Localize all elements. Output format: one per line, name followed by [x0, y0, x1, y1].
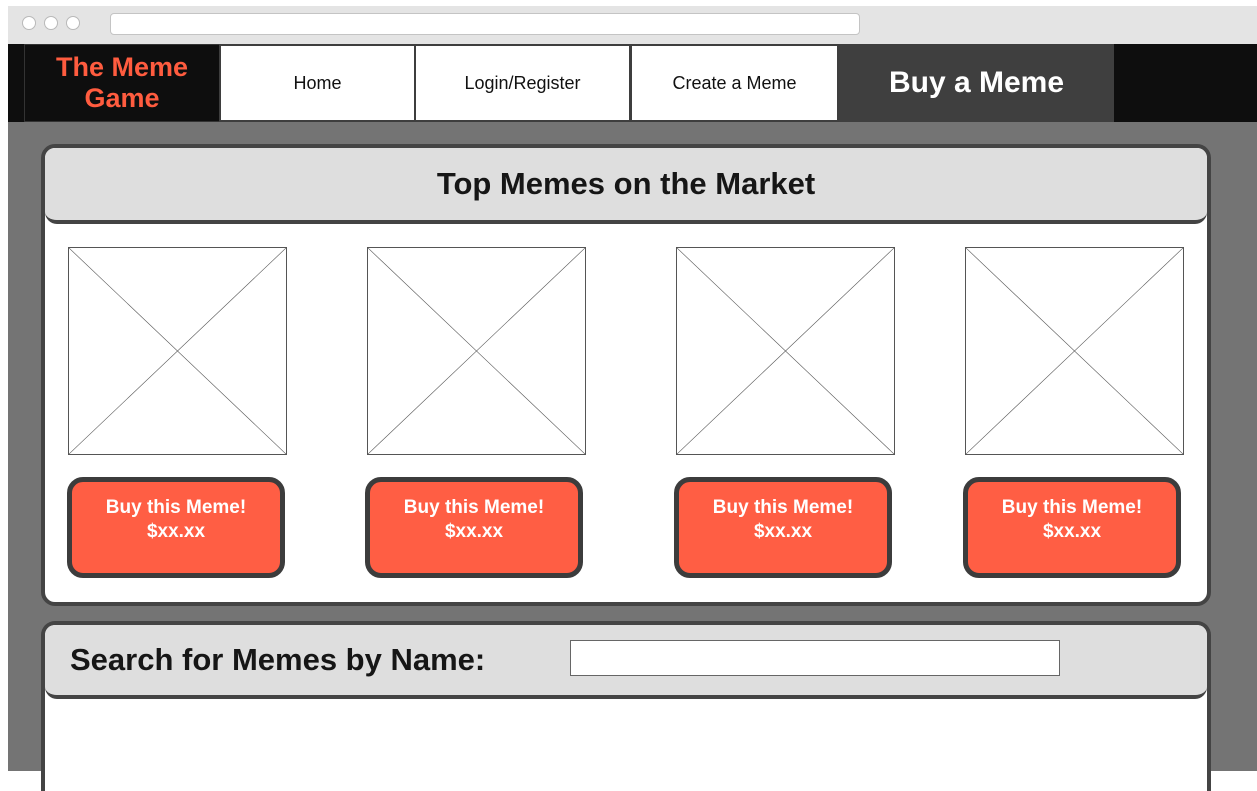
- meme-price: $xx.xx: [1042, 520, 1102, 542]
- image-placeholder-icon: [966, 248, 1183, 454]
- site-logo-text: The Meme Game: [55, 52, 189, 113]
- image-placeholder-icon: [69, 248, 286, 454]
- top-memes-title: Top Memes on the Market: [436, 166, 816, 201]
- buy-meme-button[interactable]: Buy this Meme! $xx.xx: [674, 477, 892, 578]
- top-navigation: The Meme Game Home Login/Register Create…: [8, 44, 1257, 122]
- meme-price: $xx.xx: [753, 520, 813, 542]
- search-label: Search for Memes by Name:: [70, 642, 486, 677]
- meme-image-placeholder: [676, 247, 895, 455]
- site-logo[interactable]: The Meme Game: [24, 44, 220, 122]
- nav-buy-meme[interactable]: Buy a Meme: [839, 44, 1114, 122]
- nav-create-meme[interactable]: Create a Meme: [630, 44, 839, 122]
- buy-meme-button-label: Buy this Meme!: [105, 496, 247, 518]
- buy-meme-button[interactable]: Buy this Meme! $xx.xx: [963, 477, 1181, 578]
- top-memes-header: Top Memes on the Market: [45, 148, 1207, 224]
- meme-image-placeholder: [965, 247, 1184, 455]
- buy-meme-button-label: Buy this Meme!: [403, 496, 545, 518]
- meme-search-input[interactable]: [570, 640, 1060, 676]
- top-memes-panel: Top Memes on the Market Buy this Meme! $…: [41, 144, 1211, 606]
- nav-home[interactable]: Home: [219, 44, 416, 122]
- meme-image-placeholder: [367, 247, 586, 455]
- window-close-dot[interactable]: [22, 16, 36, 30]
- address-bar[interactable]: [110, 13, 860, 35]
- nav-create-meme-label: Create a Meme: [672, 72, 797, 93]
- browser-chrome: [8, 6, 1257, 45]
- window-minimize-dot[interactable]: [44, 16, 58, 30]
- nav-home-label: Home: [293, 72, 342, 93]
- buy-meme-button-label: Buy this Meme!: [712, 496, 854, 518]
- nav-login-register-label: Login/Register: [464, 72, 581, 93]
- app-container: The Meme Game Home Login/Register Create…: [8, 44, 1257, 791]
- search-results-area: [45, 699, 1207, 791]
- meme-price: $xx.xx: [146, 520, 206, 542]
- search-header: Search for Memes by Name:: [45, 625, 1207, 699]
- search-panel: Search for Memes by Name:: [41, 621, 1211, 791]
- buy-meme-button-label: Buy this Meme!: [1001, 496, 1143, 518]
- nav-login-register[interactable]: Login/Register: [414, 44, 631, 122]
- image-placeholder-icon: [368, 248, 585, 454]
- meme-image-placeholder: [68, 247, 287, 455]
- meme-price: $xx.xx: [444, 520, 504, 542]
- nav-buy-meme-label: Buy a Meme: [888, 66, 1065, 99]
- buy-meme-button[interactable]: Buy this Meme! $xx.xx: [365, 477, 583, 578]
- window-maximize-dot[interactable]: [66, 16, 80, 30]
- image-placeholder-icon: [677, 248, 894, 454]
- buy-meme-button[interactable]: Buy this Meme! $xx.xx: [67, 477, 285, 578]
